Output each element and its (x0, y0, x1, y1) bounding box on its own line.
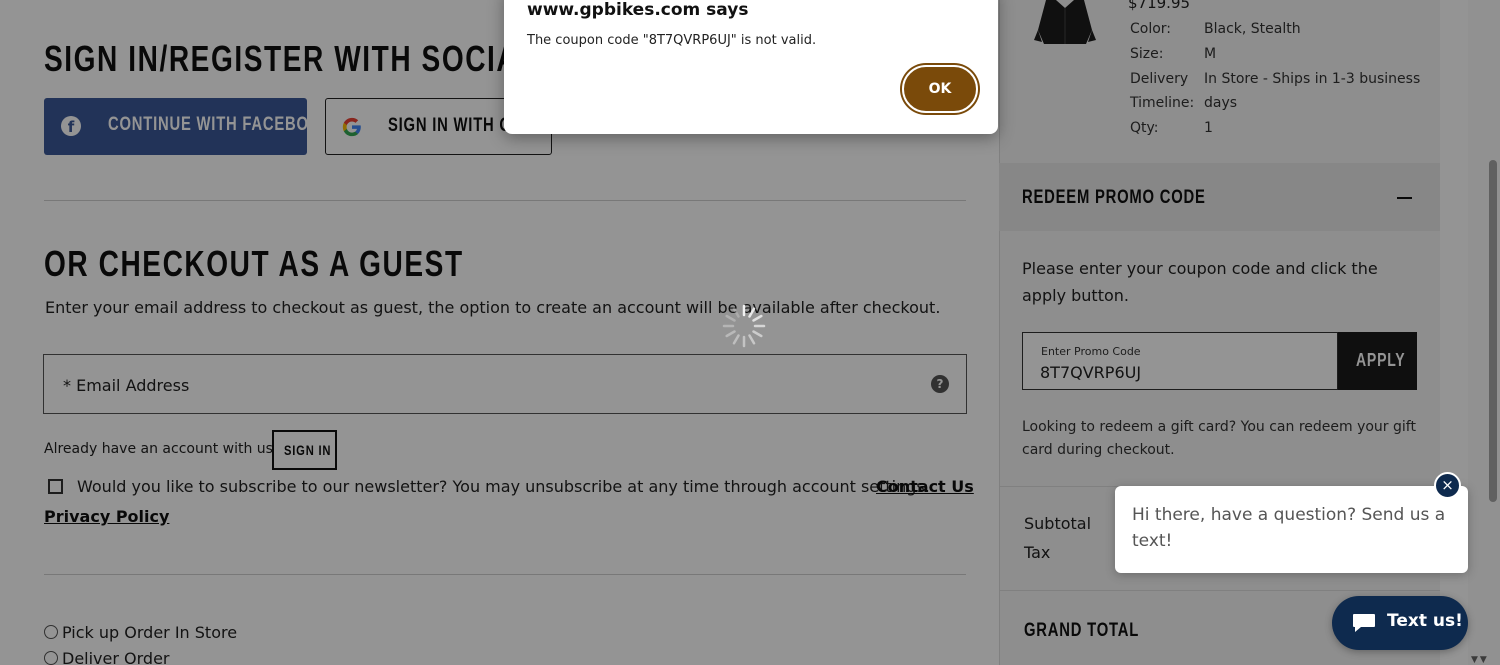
dialog-title: www.gpbikes.com says (527, 0, 749, 20)
ok-button[interactable]: OK (902, 65, 978, 113)
alert-dialog: www.gpbikes.com says The coupon code "8T… (504, 0, 998, 134)
chat-prompt-text: Hi there, have a question? Send us a tex… (1132, 505, 1446, 551)
chat-bubble-icon (1353, 614, 1375, 632)
text-us-button[interactable]: Text us! (1332, 596, 1468, 650)
text-us-label: Text us! (1387, 611, 1463, 631)
dialog-message: The coupon code "8T7QVRP6UJ" is not vali… (527, 33, 817, 48)
loading-spinner-icon (722, 304, 766, 348)
chat-prompt-bubble[interactable]: Hi there, have a question? Send us a tex… (1115, 486, 1468, 573)
chat-close-icon[interactable]: × (1434, 472, 1461, 499)
checkout-page: SIGN IN/REGISTER WITH SOCIAL f CONTINUE … (0, 0, 1500, 665)
ok-label: OK (928, 81, 952, 97)
